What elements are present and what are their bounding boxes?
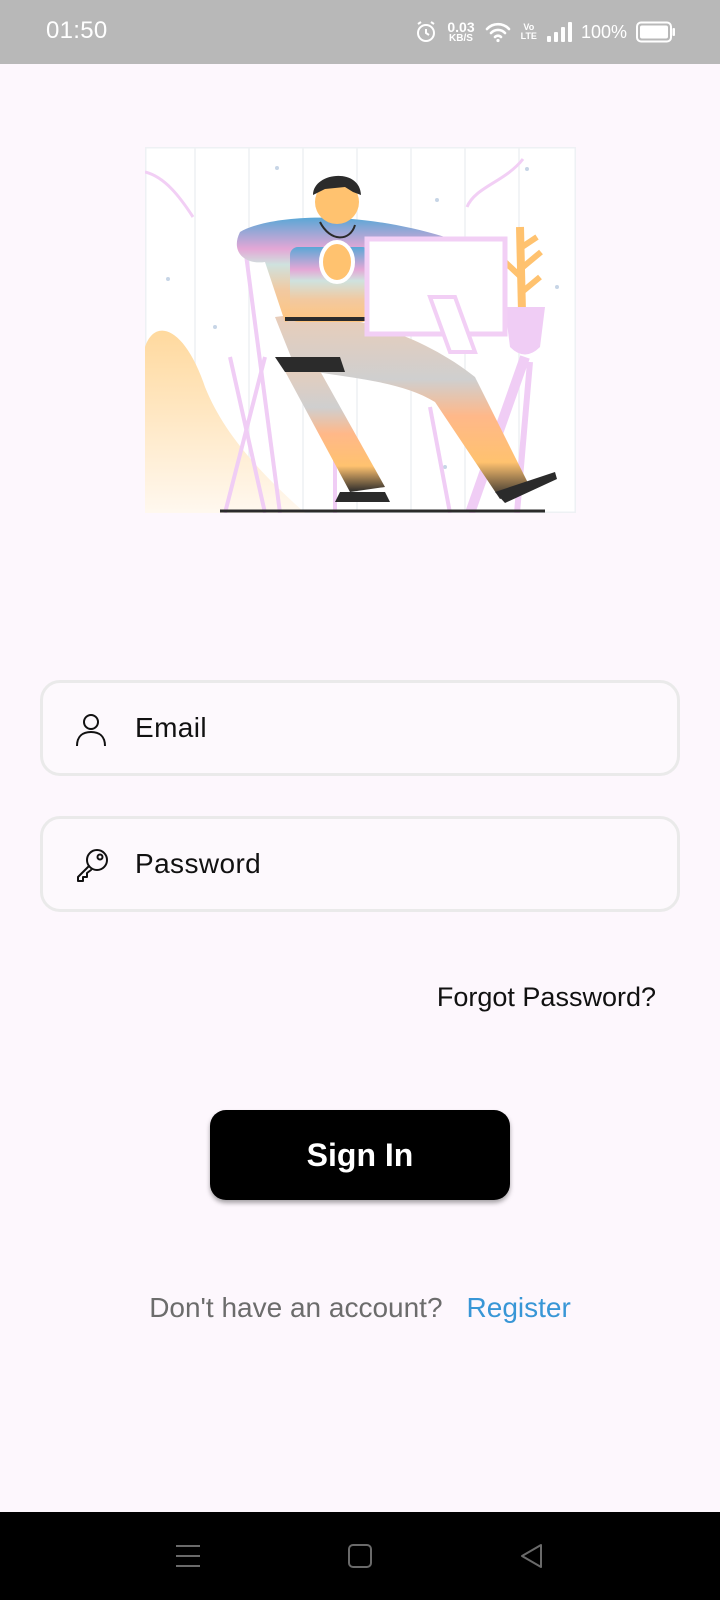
status-time: 01:50 xyxy=(46,17,108,44)
person-icon xyxy=(75,712,107,747)
net-speed-value: 0.03 xyxy=(447,19,475,35)
battery-icon xyxy=(636,21,676,43)
register-link[interactable]: Register xyxy=(467,1292,571,1324)
register-row: Don't have an account? Register xyxy=(0,1292,720,1324)
menu-icon[interactable] xyxy=(172,1540,204,1572)
status-bar: 01:50 0.03 KB/S Vo LTE 100% xyxy=(0,0,720,64)
password-field[interactable] xyxy=(40,816,680,912)
login-screen: 01:50 0.03 KB/S Vo LTE 100% Email Forgot… xyxy=(0,0,720,1600)
navigation-bar xyxy=(0,1512,720,1600)
alarm-icon xyxy=(414,20,438,44)
password-input[interactable] xyxy=(135,848,615,880)
volte-bottom: LTE xyxy=(520,31,537,41)
signal-icon xyxy=(546,21,572,43)
email-field[interactable] xyxy=(40,680,680,776)
person-with-laptop-illustration xyxy=(144,147,576,515)
back-triangle-icon[interactable] xyxy=(516,1540,548,1572)
battery-percent: 100% xyxy=(580,21,627,42)
email-input[interactable] xyxy=(135,712,615,744)
volte-indicator: Vo LTE xyxy=(521,23,537,41)
home-square-icon[interactable] xyxy=(344,1540,376,1572)
wifi-icon xyxy=(484,20,512,44)
key-icon xyxy=(75,848,108,882)
sign-in-button[interactable]: Sign In xyxy=(210,1110,510,1200)
forgot-password-link[interactable]: Forgot Password? xyxy=(437,982,656,1013)
register-prompt: Don't have an account? xyxy=(149,1292,443,1323)
net-speed-unit: KB/S xyxy=(449,33,473,44)
status-icons: 0.03 KB/S Vo LTE 100% xyxy=(414,17,676,47)
net-speed: 0.03 KB/S xyxy=(447,20,474,44)
